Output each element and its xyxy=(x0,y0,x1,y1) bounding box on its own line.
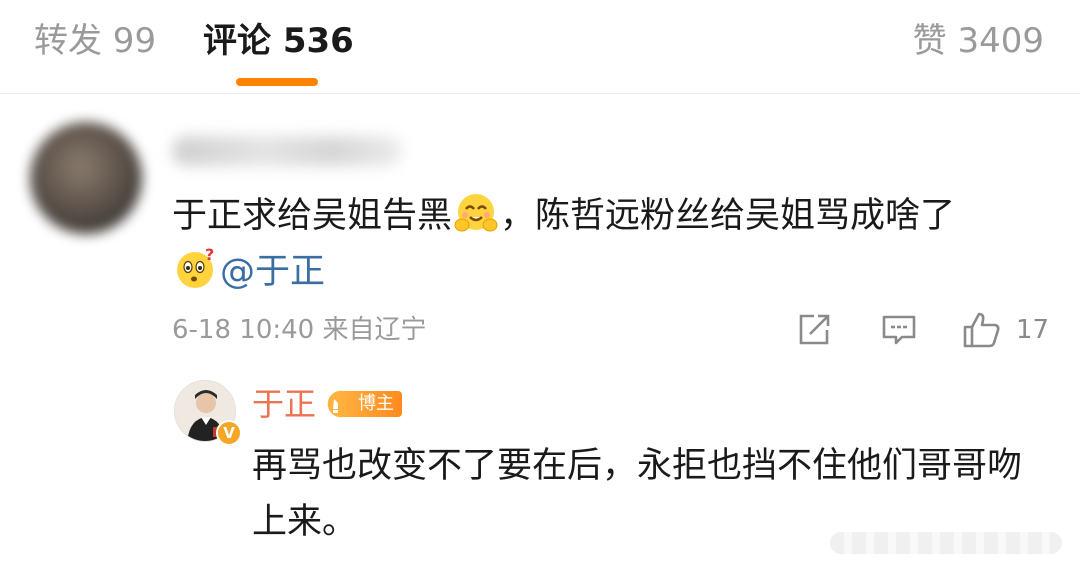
reply-icon xyxy=(882,315,916,345)
reply-username[interactable]: 于正 xyxy=(252,383,316,425)
watermark xyxy=(830,532,1062,554)
active-tab-indicator xyxy=(236,78,318,86)
tab-comment[interactable]: 评论 536 xyxy=(203,18,354,64)
comment-meta: 6-18 10:40 来自辽宁 17 xyxy=(172,310,1049,350)
thumb-up-icon xyxy=(963,312,1000,348)
svg-text:?: ? xyxy=(205,247,214,264)
blogger-badge: 博主 xyxy=(326,388,402,420)
tab-like[interactable]: 赞 3409 xyxy=(913,18,1044,64)
share-button[interactable] xyxy=(796,310,832,350)
location: 来自辽宁 xyxy=(322,315,427,345)
tab-repost[interactable]: 转发 99 xyxy=(34,18,156,64)
confused-emoji-icon: ? xyxy=(177,247,214,288)
username-blurred[interactable] xyxy=(172,136,402,166)
comment-time: 6-18 10:40 来自辽宁 xyxy=(172,314,426,346)
avatar[interactable] xyxy=(30,122,142,234)
reply-button[interactable] xyxy=(880,310,918,350)
reply-avatar[interactable]: V xyxy=(174,380,242,446)
mention-link[interactable]: @于正 xyxy=(220,252,325,292)
comment-tabs: 转发 99 评论 536 赞 3409 xyxy=(0,0,1080,94)
like-button[interactable]: 17 xyxy=(962,310,1049,350)
like-count: 17 xyxy=(1016,315,1050,345)
comment-text: 于正求给吴姐告黑 ，陈哲远粉丝给吴姐骂成啥了 ? @于正 xyxy=(172,188,1052,300)
verified-badge: V xyxy=(216,420,242,446)
comment-text-part: ，陈哲远粉丝给吴姐骂成啥了 xyxy=(500,196,956,236)
comment-text-part: 于正求给吴姐告黑 xyxy=(172,196,453,236)
hug-emoji-icon xyxy=(454,194,498,232)
blogger-badge-label: 博主 xyxy=(338,391,402,417)
timestamp: 6-18 10:40 xyxy=(172,315,315,345)
share-icon xyxy=(799,314,830,345)
